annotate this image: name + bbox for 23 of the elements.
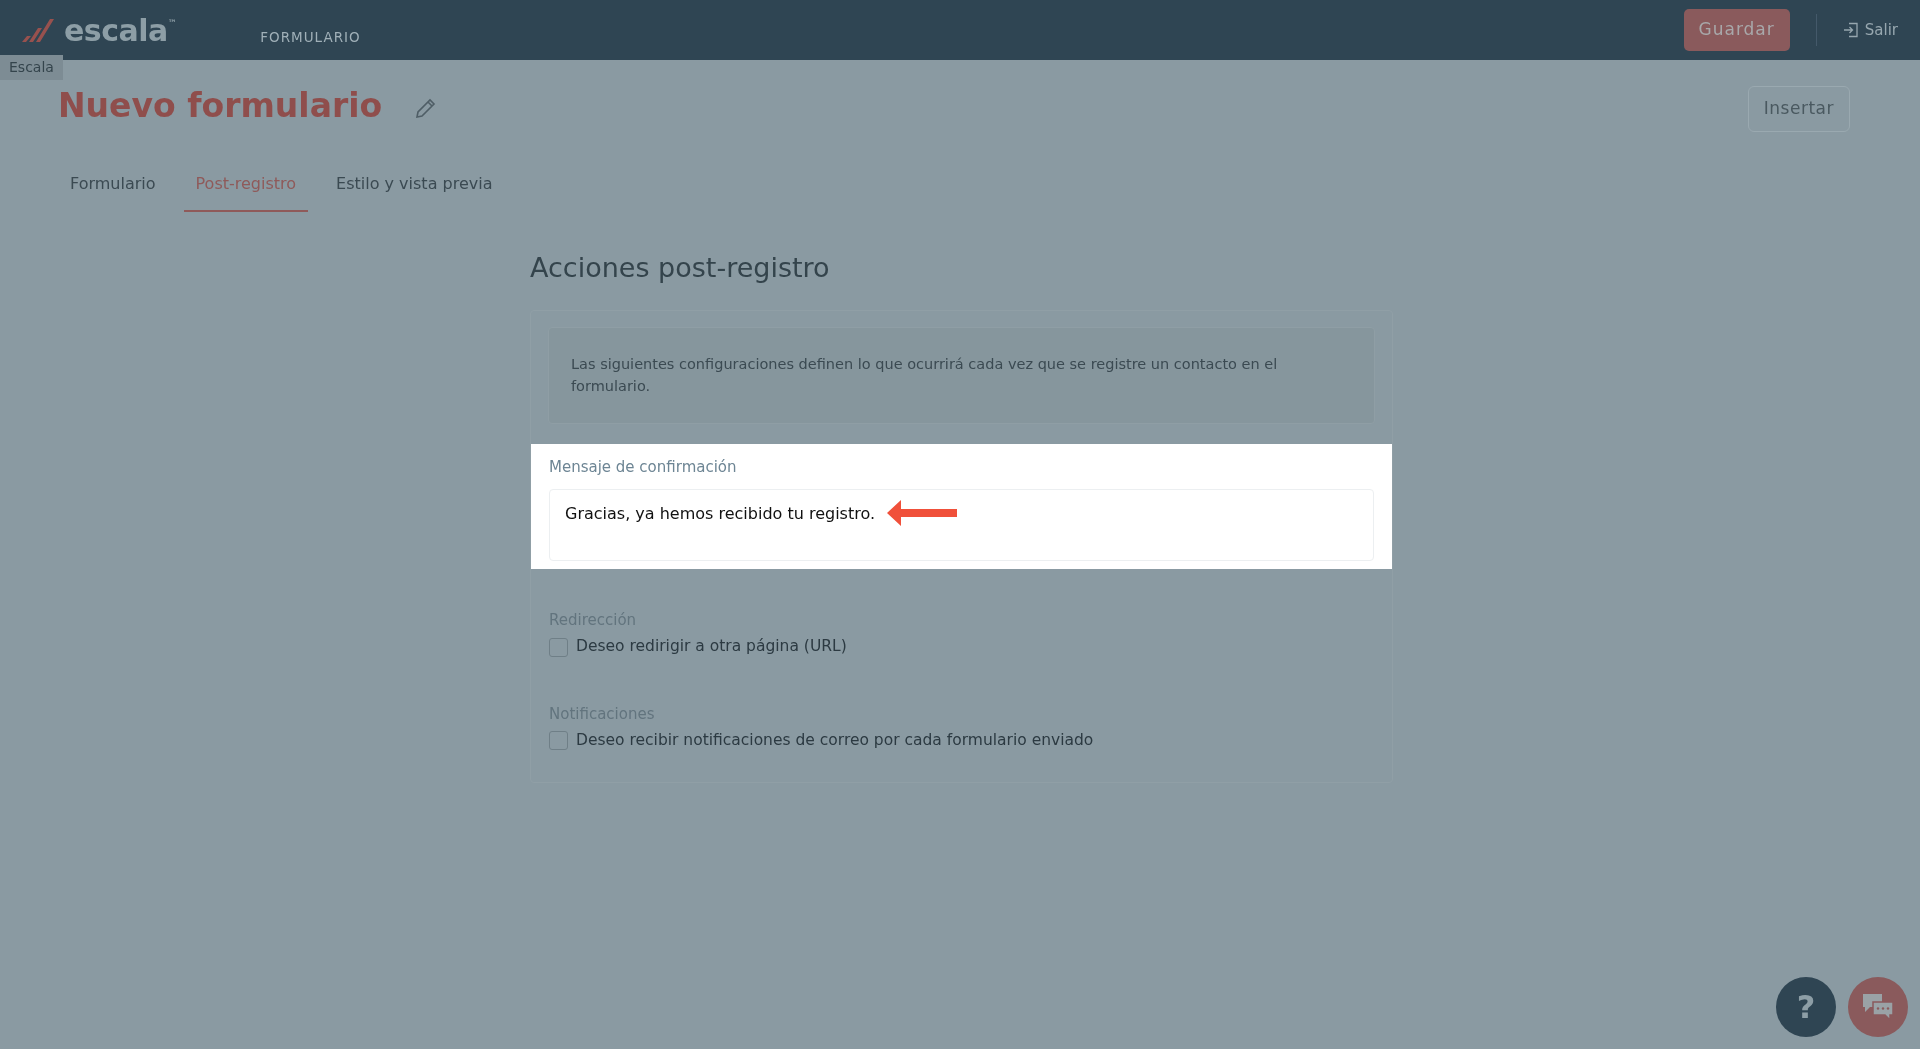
chat-icon	[1862, 993, 1894, 1021]
message-field[interactable]: Gracias, ya hemos recibido tu registro.	[549, 488, 1374, 561]
checkbox-label[interactable]: Deseo recibir notificaciones de correo por cada formulario enviado	[576, 729, 1094, 753]
page-title: Nuevo formulario	[58, 86, 383, 126]
pointer-arrow	[887, 498, 958, 527]
exit-icon	[1842, 22, 1859, 38]
section-heading: Acciones post-registro	[530, 251, 831, 284]
chat-button[interactable]	[1848, 977, 1908, 1037]
help-button[interactable]: ?	[1776, 977, 1836, 1037]
tab[interactable]: Post-registro	[183, 157, 309, 212]
section-title: FORMULARIO	[260, 27, 361, 47]
checkbox[interactable]	[549, 731, 568, 751]
tab[interactable]: Formulario	[58, 157, 168, 212]
checkbox-label[interactable]: Deseo redirigir a otra página (URL)	[576, 635, 847, 659]
insert-button[interactable]: Insertar	[1747, 86, 1850, 132]
exit-link[interactable]: Salir	[1842, 18, 1898, 42]
info-message: Las siguientes configuraciones definen lo que ocurrirá cada vez que se registre un contacto en el formulario.	[548, 326, 1375, 425]
save-button[interactable]: Guardar	[1683, 9, 1790, 51]
logo-text: escala$^{™}$	[64, 11, 177, 50]
field-label: Mensaje de confirmación	[549, 457, 738, 479]
checkbox[interactable]	[549, 637, 568, 657]
tab[interactable]: Estilo y vista previa	[324, 157, 505, 212]
tooltip: Escala	[0, 55, 63, 80]
